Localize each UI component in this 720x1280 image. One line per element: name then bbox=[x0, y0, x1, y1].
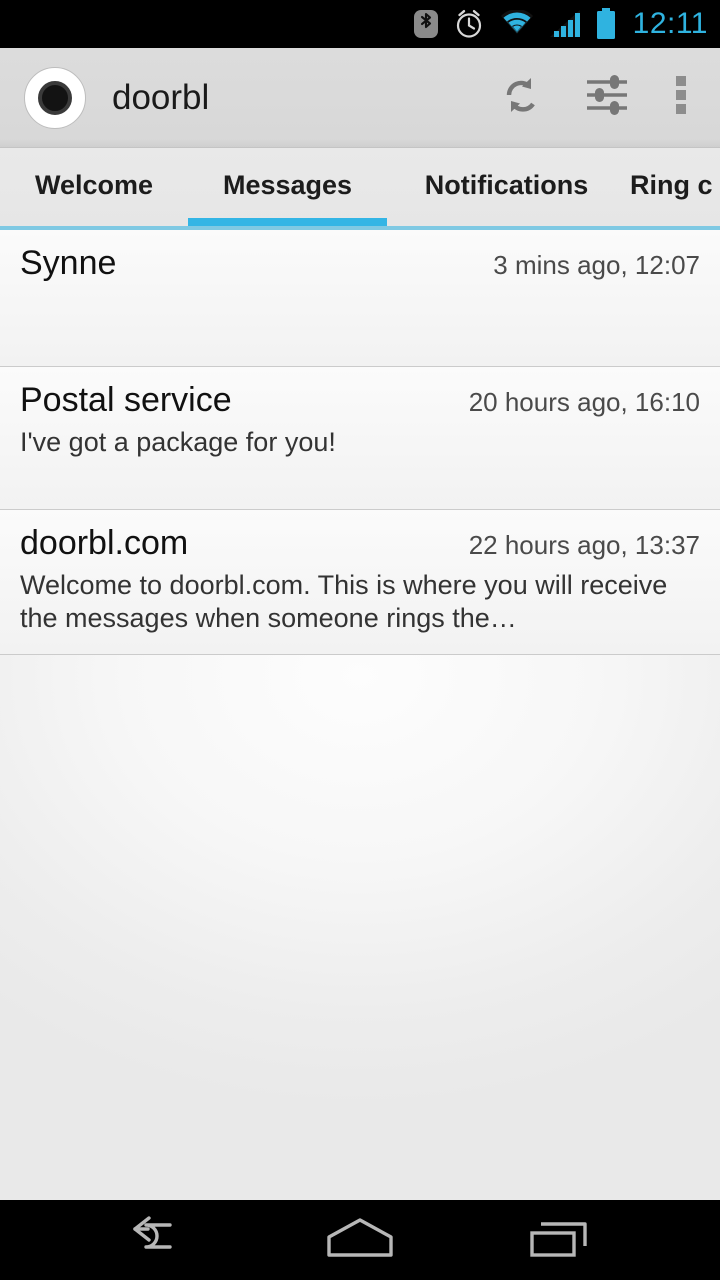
list-item[interactable]: Postal service 20 hours ago, 16:10 I've … bbox=[0, 367, 720, 510]
action-bar: doorbl bbox=[0, 48, 720, 148]
status-bar-clock: 12:11 bbox=[632, 7, 708, 40]
tab-indicator bbox=[0, 218, 188, 226]
tab-messages[interactable]: Messages bbox=[188, 148, 387, 230]
message-body: I've got a package for you! bbox=[20, 427, 336, 457]
system-navigation-bar bbox=[0, 1200, 720, 1280]
doorbell-logo-icon bbox=[24, 66, 86, 129]
cellular-signal-icon bbox=[549, 9, 581, 39]
nav-recents-button[interactable] bbox=[500, 1200, 620, 1280]
wifi-icon bbox=[499, 10, 535, 38]
home-icon bbox=[325, 1217, 395, 1264]
list-item[interactable]: doorbl.com 22 hours ago, 13:37 Welcome t… bbox=[0, 510, 720, 655]
tab-welcome[interactable]: Welcome bbox=[0, 148, 188, 230]
status-bar: 12:11 bbox=[0, 0, 720, 48]
tab-notifications[interactable]: Notifications bbox=[387, 148, 626, 230]
message-timestamp: 20 hours ago, 16:10 bbox=[468, 387, 700, 417]
tab-label: Notifications bbox=[424, 170, 589, 200]
recents-icon bbox=[527, 1216, 593, 1265]
tab-indicator bbox=[626, 218, 720, 226]
settings-button[interactable] bbox=[564, 48, 650, 148]
tab-bar: Welcome Messages Notifications Ring c bbox=[0, 148, 720, 230]
overflow-dots-icon bbox=[675, 73, 687, 122]
tab-indicator bbox=[387, 218, 626, 226]
message-sender: Synne bbox=[20, 244, 117, 282]
refresh-button[interactable] bbox=[478, 48, 564, 148]
tab-indicator-selected bbox=[188, 218, 387, 226]
doorbell-logo-inner bbox=[38, 80, 72, 115]
tab-label: Welcome bbox=[34, 170, 154, 200]
nav-back-button[interactable] bbox=[100, 1200, 220, 1280]
list-item-header: doorbl.com 22 hours ago, 13:37 bbox=[20, 524, 700, 563]
message-timestamp: 3 mins ago, 12:07 bbox=[493, 250, 700, 280]
tab-label: Messages bbox=[222, 170, 353, 200]
tab-ring-commands[interactable]: Ring c bbox=[626, 148, 720, 230]
message-body: Welcome to doorbl.com. This is where you… bbox=[20, 570, 668, 633]
app-title: doorbl bbox=[112, 77, 210, 117]
alarm-clock-icon bbox=[453, 8, 485, 40]
list-item[interactable]: Synne 3 mins ago, 12:07 bbox=[0, 230, 720, 367]
nav-home-button[interactable] bbox=[300, 1200, 420, 1280]
message-timestamp: 22 hours ago, 13:37 bbox=[468, 530, 700, 560]
sliders-icon bbox=[583, 72, 631, 123]
message-list: Synne 3 mins ago, 12:07 Postal service 2… bbox=[0, 230, 720, 1200]
tab-label: Ring c bbox=[630, 170, 713, 200]
battery-icon bbox=[595, 8, 617, 40]
refresh-icon bbox=[498, 72, 544, 123]
overflow-menu-button[interactable] bbox=[650, 48, 712, 148]
bluetooth-icon bbox=[413, 9, 439, 39]
back-arrow-icon bbox=[124, 1215, 196, 1266]
list-item-header: Synne 3 mins ago, 12:07 bbox=[20, 244, 700, 283]
message-sender: Postal service bbox=[20, 381, 232, 419]
phone-screen: 12:11 doorbl Welcome Messages Notificati… bbox=[0, 0, 720, 1280]
message-sender: doorbl.com bbox=[20, 524, 189, 562]
list-item-header: Postal service 20 hours ago, 16:10 bbox=[20, 381, 700, 420]
